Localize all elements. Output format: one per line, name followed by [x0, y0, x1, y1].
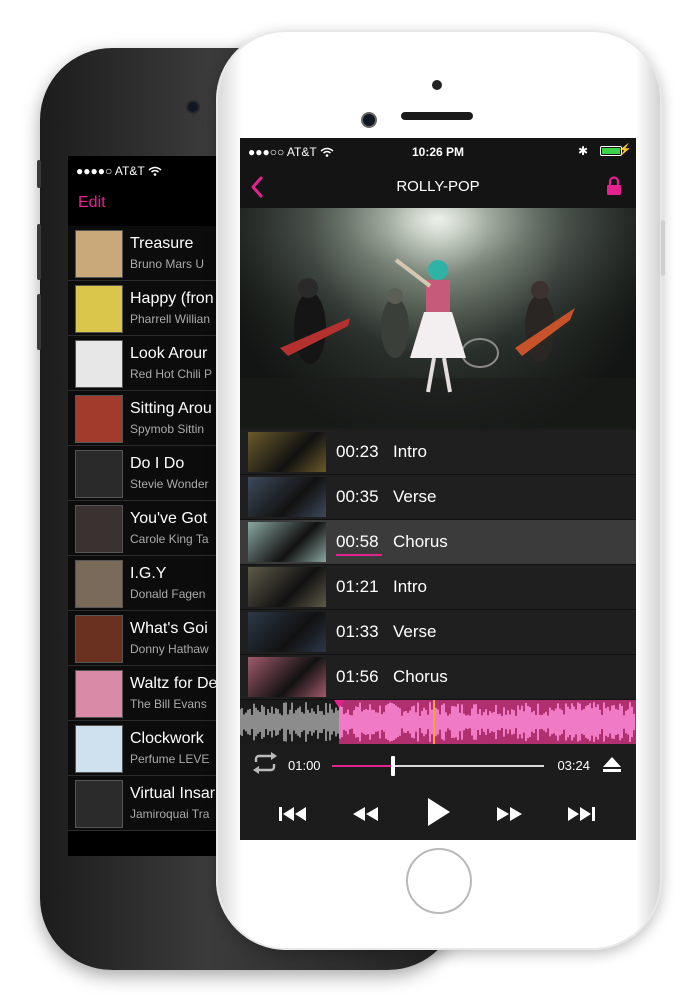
back-phone-camera: [186, 100, 200, 114]
song-artist: Red Hot Chili P: [130, 367, 213, 381]
song-title: Waltz for De: [130, 675, 218, 692]
section-thumbnail: [248, 477, 326, 517]
app-screen: ●●●○○ AT&T 10:26 PM ✱ ⚡ ROLLY-POP 00:23 …: [240, 138, 636, 840]
album-art: [75, 340, 123, 388]
song-artist: The Bill Evans: [130, 697, 207, 711]
skip-to-start-icon[interactable]: [278, 804, 308, 829]
scrubber-progress: [332, 765, 394, 767]
back-status-bar: ●●●●○ AT&T: [76, 164, 162, 178]
edit-button[interactable]: Edit: [78, 194, 106, 212]
repeat-icon[interactable]: [252, 752, 278, 779]
scrubber-knob[interactable]: [391, 756, 396, 776]
album-art: [75, 450, 123, 498]
back-phone-volume-down: [37, 294, 41, 350]
section-label: Chorus: [393, 532, 448, 551]
song-artist: Jamiroquai Tra: [130, 807, 210, 821]
clock: 10:26 PM: [411, 145, 465, 159]
section-label: Intro: [393, 442, 428, 461]
status-bar: ●●●○○ AT&T 10:26 PM ✱ ⚡: [240, 138, 636, 166]
active-section-underline: [336, 554, 382, 556]
album-art: [75, 615, 123, 663]
section-thumbnail: [248, 612, 326, 652]
back-phone-mute-switch: [37, 160, 41, 188]
section-time: 00:58: [336, 532, 379, 551]
song-title: Virtual Insar: [130, 785, 216, 802]
song-title: Happy (fron: [130, 290, 214, 307]
song-artist: Carole King Ta: [130, 532, 209, 546]
total-time: 03:24: [557, 758, 590, 773]
carrier-label: ●●●●○ AT&T: [76, 164, 145, 178]
current-time: 01:00: [288, 758, 321, 773]
power-button: [661, 220, 665, 276]
album-art: [75, 285, 123, 333]
album-art: [75, 505, 123, 553]
song-title: Sitting Arou: [130, 400, 212, 417]
section-row[interactable]: 01:21 Intro: [240, 565, 636, 610]
rewind-icon[interactable]: [352, 804, 380, 829]
front-camera: [361, 112, 377, 128]
album-art: [75, 230, 123, 278]
eject-icon[interactable]: [602, 756, 622, 779]
song-artist: Donald Fagen: [130, 587, 206, 601]
song-title: What's Goi: [130, 620, 208, 637]
album-art: [75, 780, 123, 828]
section-thumbnail: [248, 432, 326, 472]
section-label: Intro: [393, 577, 428, 596]
music-video-player[interactable]: [240, 208, 636, 428]
back-phone-volume-up: [37, 224, 41, 280]
song-title: ROLLY-POP: [396, 178, 480, 195]
song-title: You've Got: [130, 510, 208, 527]
charging-icon: ⚡: [618, 144, 632, 156]
song-title: Do I Do: [130, 455, 185, 472]
song-artist: Pharrell Willian: [130, 312, 211, 326]
section-label: Verse: [393, 622, 437, 641]
front-phone: ●●●○○ AT&T 10:26 PM ✱ ⚡ ROLLY-POP 00:23 …: [216, 30, 665, 950]
fast-forward-icon[interactable]: [495, 804, 523, 829]
song-artist: Perfume LEVE: [130, 752, 210, 766]
waveform-timeline[interactable]: [240, 700, 636, 744]
section-row[interactable]: 00:58 Chorus: [240, 520, 636, 565]
section-label: Verse: [393, 487, 437, 506]
song-title: Treasure: [130, 235, 194, 252]
song-title: I.G.Y: [130, 565, 167, 582]
earpiece-speaker: [401, 112, 473, 120]
album-art: [75, 395, 123, 443]
home-button[interactable]: [406, 848, 472, 914]
proximity-sensor: [432, 80, 442, 90]
section-label: Chorus: [393, 667, 448, 686]
section-row[interactable]: 01:33 Verse: [240, 610, 636, 655]
section-time: 00:35: [336, 487, 379, 506]
section-row[interactable]: 00:35 Verse: [240, 475, 636, 520]
song-title: Look Arour: [130, 345, 208, 362]
skip-to-end-icon[interactable]: [566, 804, 596, 829]
section-list: 00:23 Intro 00:35 Verse 00:58 Chorus 01:21 Intr…: [240, 430, 636, 700]
section-time: 01:21: [336, 577, 379, 596]
nav-bar: ROLLY-POP: [240, 166, 636, 208]
song-artist: Bruno Mars U: [130, 257, 205, 271]
section-thumbnail: [248, 657, 326, 697]
song-artist: Donny Hathaw: [130, 642, 209, 656]
section-row[interactable]: 01:56 Chorus: [240, 655, 636, 700]
song-title: Clockwork: [130, 730, 204, 747]
playback-controls: 01:00 03:24: [240, 744, 636, 840]
section-row[interactable]: 00:23 Intro: [240, 430, 636, 475]
song-artist: Stevie Wonder: [130, 477, 209, 491]
play-icon[interactable]: [426, 796, 452, 833]
album-art: [75, 725, 123, 773]
album-art: [75, 560, 123, 608]
bluetooth-icon: ✱: [577, 144, 588, 158]
waveform-graphic: [240, 700, 636, 744]
section-time: 01:56: [336, 667, 379, 686]
battery-level: [602, 148, 620, 154]
song-artist: Spymob Sittin: [130, 422, 205, 436]
section-thumbnail: [248, 567, 326, 607]
section-time: 00:23: [336, 442, 379, 461]
album-art: [75, 670, 123, 718]
lock-icon[interactable]: [606, 176, 622, 196]
wifi-icon: [148, 164, 162, 178]
video-frame-image: [240, 208, 636, 428]
section-thumbnail: [248, 522, 326, 562]
section-time: 01:33: [336, 622, 379, 641]
